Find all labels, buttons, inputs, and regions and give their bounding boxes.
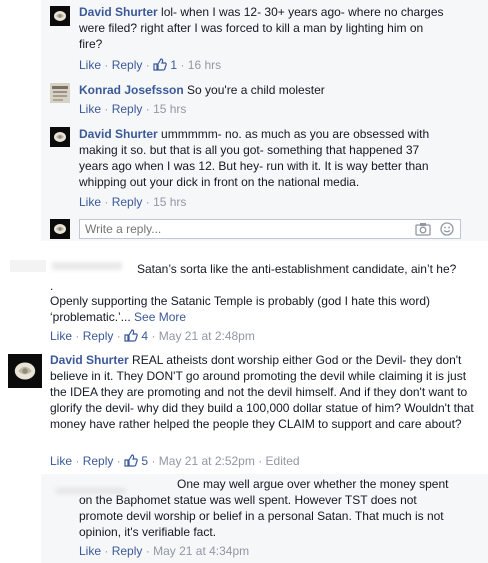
reply-1-time[interactable]: 16 hrs <box>188 58 221 72</box>
reply-2-actions: Like · Reply · 15 hrs <box>79 102 186 116</box>
comment-1-like-count[interactable]: 4 <box>141 329 148 343</box>
separator-dot: · <box>75 329 80 343</box>
separator-dot: · <box>104 195 109 209</box>
comment-3-text: One may well argue over whether the mone… <box>79 477 449 539</box>
comment-2-text: David Shurter REAL atheists dont worship… <box>50 352 484 432</box>
reply-2-time[interactable]: 15 hrs <box>153 102 186 116</box>
thumbs-up-icon <box>124 454 138 470</box>
comment-1-body: Openly supporting the Satanic Temple is … <box>50 294 430 324</box>
comment-1-like-link[interactable]: Like <box>50 329 72 343</box>
comment-3-time[interactable]: May 21 at 4:34pm <box>153 544 249 558</box>
reply-2-body: So you're a child molester <box>187 83 325 97</box>
rose-icon <box>50 127 70 147</box>
separator-dot: · <box>151 329 156 343</box>
comment-2-like-count[interactable]: 5 <box>141 454 148 468</box>
thumbs-up-icon <box>124 329 138 345</box>
reply-2-like-link[interactable]: Like <box>79 102 101 116</box>
reply-3-time[interactable]: 15 hrs <box>153 195 186 209</box>
separator-dot: · <box>116 329 121 343</box>
rose-icon <box>50 219 70 239</box>
reply-input-box[interactable] <box>79 219 461 239</box>
avatar-david-shurter[interactable] <box>8 354 42 388</box>
comment-1-line-2: . <box>50 279 54 293</box>
comment-2-author[interactable]: David Shurter <box>50 353 129 367</box>
separator-dot: · <box>258 454 263 468</box>
comment-3-reply-link[interactable]: Reply <box>112 544 143 558</box>
rose-icon <box>50 6 70 26</box>
reply-3-actions: Like · Reply · 15 hrs <box>79 195 186 209</box>
reply-2-text: Konrad Josefsson So you're a child moles… <box>79 82 449 98</box>
comment-2-reply-link[interactable]: Reply <box>83 454 114 468</box>
separator-dot: · <box>180 58 185 72</box>
reply-3-text: David Shurter ummmmm- no. as much as you… <box>79 126 449 190</box>
reply-1-reply-link[interactable]: Reply <box>112 58 143 72</box>
rose-icon <box>8 354 42 388</box>
comment-1-actions: Like · Reply · 4 · May 21 at 2:48pm <box>50 329 255 345</box>
separator-dot: · <box>145 544 150 558</box>
redacted-author-name <box>52 262 122 270</box>
separator-dot: · <box>145 58 150 72</box>
avatar-david-shurter[interactable] <box>50 6 70 26</box>
smiley-icon[interactable] <box>440 222 454 236</box>
reply-1-text: David Shurter lol- when I was 12- 30+ ye… <box>79 4 449 52</box>
separator-dot: · <box>104 102 109 116</box>
comment-3-actions: Like · Reply · May 21 at 4:34pm <box>79 544 249 558</box>
reply-3-like-link[interactable]: Like <box>79 195 101 209</box>
reply-1-like-link[interactable]: Like <box>79 58 101 72</box>
separator-dot: · <box>145 195 150 209</box>
comment-2-like-link[interactable]: Like <box>50 454 72 468</box>
separator-dot: · <box>75 454 80 468</box>
reply-3-reply-link[interactable]: Reply <box>112 195 143 209</box>
comment-1-time[interactable]: May 21 at 2:48pm <box>159 329 255 343</box>
avatar-konrad-josefsson[interactable] <box>50 83 70 103</box>
comment-2-time[interactable]: May 21 at 2:52pm <box>159 454 255 468</box>
reply-1-author[interactable]: David Shurter <box>79 5 158 19</box>
comment-1-line-3: Openly supporting the Satanic Temple is … <box>50 293 470 325</box>
comment-1-line-1: Satan’s sorta like the anti-establishmen… <box>137 262 457 276</box>
reply-1-actions: Like · Reply · 1 · 16 hrs <box>79 58 221 74</box>
profile-picture-icon <box>50 83 70 103</box>
reply-2-reply-link[interactable]: Reply <box>112 102 143 116</box>
reply-2-author[interactable]: Konrad Josefsson <box>79 83 184 97</box>
reply-3-author[interactable]: David Shurter <box>79 127 158 141</box>
camera-icon[interactable] <box>415 222 434 236</box>
comment-2-edited[interactable]: Edited <box>266 454 300 468</box>
thumbs-up-icon <box>153 58 167 74</box>
current-user-avatar <box>50 219 70 239</box>
redacted-avatar <box>10 260 46 272</box>
reply-1-like-count[interactable]: 1 <box>170 58 177 72</box>
comment-1-reply-link[interactable]: Reply <box>83 329 114 343</box>
separator-dot: · <box>145 102 150 116</box>
comment-3-like-link[interactable]: Like <box>79 544 101 558</box>
separator-dot: · <box>104 544 109 558</box>
comment-2-actions: Like · Reply · 5 · May 21 at 2:52pm · Ed… <box>50 454 300 470</box>
reply-input[interactable] <box>80 220 385 238</box>
see-more-link[interactable]: See More <box>134 310 186 324</box>
reply-input-icons <box>415 222 454 236</box>
separator-dot: · <box>104 58 109 72</box>
separator-dot: · <box>116 454 121 468</box>
avatar-david-shurter[interactable] <box>50 127 70 147</box>
separator-dot: · <box>151 454 156 468</box>
